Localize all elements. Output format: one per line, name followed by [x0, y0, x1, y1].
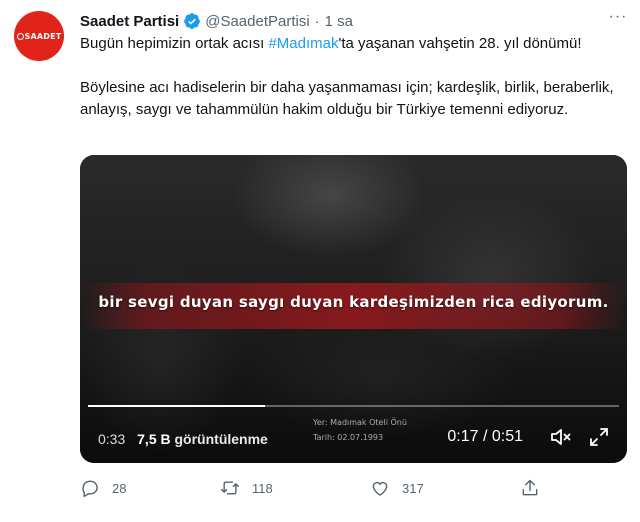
mute-icon[interactable] — [549, 425, 573, 449]
verified-icon — [184, 13, 201, 29]
avatar-logo: SAADET — [17, 32, 62, 41]
video-progress-bar[interactable] — [88, 405, 619, 407]
tweet-text: Bugün hepimizin ortak acısı #Madımak'ta … — [80, 33, 628, 121]
retweet-icon — [220, 481, 240, 495]
date-line: Tarih: 02.07.1993 — [313, 433, 384, 442]
reply-button[interactable]: 28 — [80, 478, 126, 498]
video-location-caption: Yer: Madımak Oteli Önü Tarih: 02.07.1993 — [313, 417, 407, 444]
share-button[interactable] — [520, 478, 552, 498]
hashtag-link[interactable]: #Madımak — [268, 35, 338, 52]
video-subtitle: bir sevgi duyan saygı duyan kardeşimizde… — [98, 293, 609, 311]
location-line: Yer: Madımak Oteli Önü — [313, 418, 407, 427]
video-player[interactable]: bir sevgi duyan saygı duyan kardeşimizde… — [80, 155, 627, 463]
avatar[interactable]: SAADET — [14, 11, 64, 61]
display-name[interactable]: Saadet Partisi — [80, 13, 179, 30]
tweet-actions: 28 118 317 — [80, 478, 550, 500]
tweet-text-before: Bugün hepimizin ortak acısı — [80, 35, 269, 52]
more-icon[interactable]: ··· — [608, 9, 628, 30]
tweet-paragraph-2: Böylesine acı hadiselerin bir daha yaşan… — [80, 79, 614, 118]
timestamp[interactable]: 1 sa — [325, 13, 353, 30]
video-progress-fill — [88, 405, 265, 407]
video-time-badge: 0:33 — [98, 431, 126, 447]
view-count: 7,5 B — [137, 431, 171, 447]
fullscreen-icon[interactable] — [587, 425, 611, 449]
share-icon — [522, 479, 538, 496]
tweet-line-1: Bugün hepimizin ortak acısı #Madımak'ta … — [80, 33, 628, 55]
handle[interactable]: @SaadetPartisi — [205, 13, 309, 30]
reply-icon — [82, 480, 98, 498]
video-meta: 0:33 7,5 B görüntülenme — [98, 431, 268, 447]
reply-count: 28 — [112, 480, 127, 496]
retweet-button[interactable]: 118 — [220, 478, 273, 498]
video-controls: 0:17 / 0:51 — [447, 425, 611, 449]
like-icon — [372, 481, 388, 496]
video-duration: 0:17 / 0:51 — [447, 428, 523, 445]
like-button[interactable]: 317 — [370, 478, 424, 498]
like-count: 317 — [402, 480, 424, 496]
tweet-text-after: 'ta yaşanan vahşetin 28. yıl dönümü! — [338, 35, 582, 52]
tweet-header: Saadet Partisi @SaadetPartisi · 1 sa — [80, 11, 353, 31]
retweet-count: 118 — [252, 480, 273, 496]
view-count-label: görüntülenme — [174, 431, 268, 447]
separator-dot: · — [314, 12, 320, 30]
